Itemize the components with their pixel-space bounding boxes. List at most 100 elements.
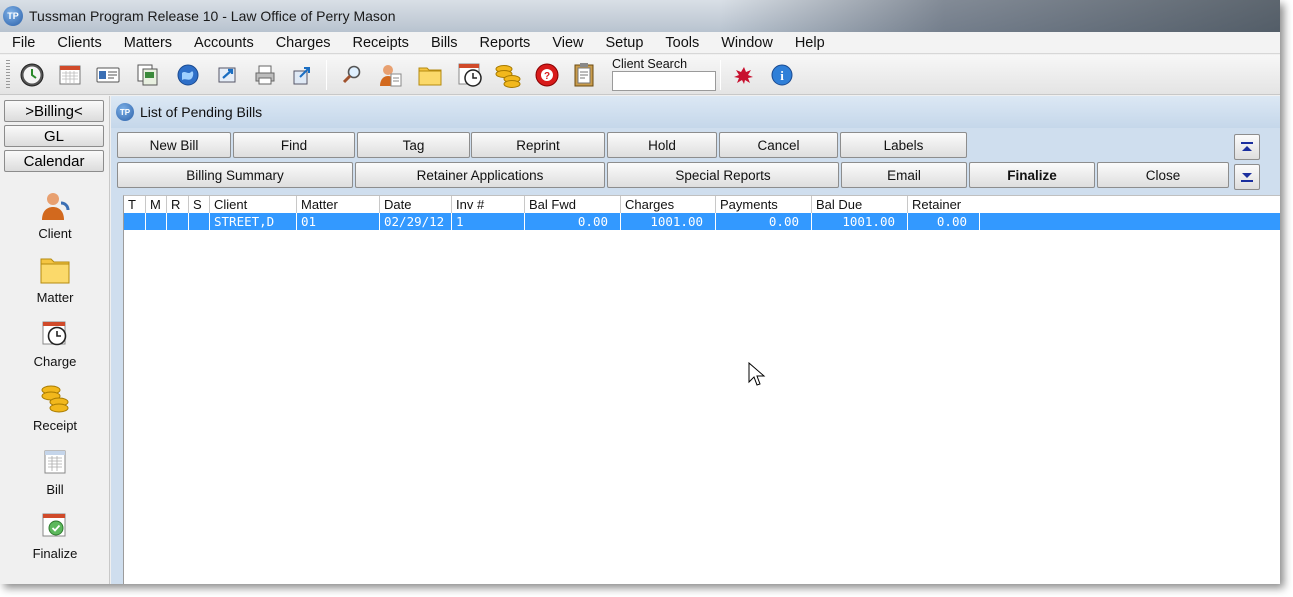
labels-button[interactable]: Labels [840,132,967,158]
table-row[interactable]: STREET,D 01 02/29/12 1 0.00 1001.00 0.00… [124,213,1280,230]
finalize-button[interactable]: Finalize [969,162,1095,188]
find-button[interactable]: Find [233,132,355,158]
retainer-applications-button[interactable]: Retainer Applications [355,162,605,188]
calendar-icon[interactable] [56,61,84,89]
nav-gl-button[interactable]: GL [4,125,104,147]
column-header-bal-due[interactable]: Bal Due [812,196,908,213]
scroll-top-button[interactable] [1234,134,1260,160]
special-reports-button[interactable]: Special Reports [607,162,839,188]
toolbar: ? Client Search i [0,55,1280,95]
sidebar-item-label: Bill [46,482,64,497]
app-icon[interactable]: TP [3,6,23,26]
page-title: List of Pending Bills [140,104,263,120]
column-header-inv[interactable]: Inv # [452,196,525,213]
cancel-button[interactable]: Cancel [719,132,838,158]
column-header-charges[interactable]: Charges [621,196,716,213]
search-icon[interactable] [338,61,366,89]
menu-setup[interactable]: Setup [594,32,654,54]
toolbar-separator [720,60,721,90]
column-header-m[interactable]: M [146,196,167,213]
client-icon[interactable] [376,61,404,89]
close-button[interactable]: Close [1097,162,1229,188]
info-icon[interactable]: i [768,61,796,89]
menu-bills[interactable]: Bills [420,32,469,54]
sidebar-item-client[interactable]: Client [10,190,100,241]
menu-window[interactable]: Window [710,32,784,54]
globe-icon[interactable] [174,61,202,89]
column-header-date[interactable]: Date [380,196,452,213]
cell-date: 02/29/12 [380,213,452,230]
client-search-input[interactable] [612,71,716,91]
toolbar-grip[interactable] [6,60,10,90]
sidebar-item-label: Charge [33,354,77,369]
menu-view[interactable]: View [541,32,594,54]
menu-receipts[interactable]: Receipts [342,32,420,54]
sidebar-item-charge[interactable]: Charge [10,318,100,369]
sidebar-item-finalize[interactable]: Finalize [10,510,100,561]
documents-icon[interactable] [134,61,162,89]
charge-timer-icon[interactable] [456,61,484,89]
tag-button[interactable]: Tag [357,132,470,158]
reprint-button[interactable]: Reprint [471,132,605,158]
coins-icon [39,382,71,414]
email-button[interactable]: Email [841,162,967,188]
nav-calendar-button[interactable]: Calendar [4,150,104,172]
menu-accounts[interactable]: Accounts [183,32,265,54]
column-header-matter[interactable]: Matter [297,196,380,213]
export-icon[interactable] [288,61,316,89]
help-icon[interactable]: ? [533,61,561,89]
new-bill-button[interactable]: New Bill [117,132,231,158]
menu-matters[interactable]: Matters [113,32,183,54]
client-icon [39,190,71,222]
cell-client: STREET,D [210,213,297,230]
menu-bar: File Clients Matters Accounts Charges Re… [0,32,1280,54]
sidebar-item-label: Finalize [32,546,78,561]
menu-tools[interactable]: Tools [654,32,710,54]
billing-summary-button[interactable]: Billing Summary [117,162,353,188]
column-header-s[interactable]: S [189,196,210,213]
transfer-icon[interactable] [214,61,242,89]
folder-icon[interactable] [416,61,444,89]
window-title: Tussman Program Release 10 - Law Office … [29,8,396,24]
pending-bills-title-bar: TP List of Pending Bills [111,96,1280,128]
bill-icon [39,446,71,478]
menu-reports[interactable]: Reports [469,32,542,54]
menu-help[interactable]: Help [784,32,836,54]
mouse-cursor-icon [748,362,766,386]
printer-icon[interactable] [251,61,279,89]
cell-inv: 1 [452,213,525,230]
cell-matter: 01 [297,213,380,230]
sidebar-item-matter[interactable]: Matter [10,254,100,305]
cell-charges: 1001.00 [621,213,716,230]
pending-bills-grid[interactable]: T M R S Client Matter Date Inv # Bal Fwd… [123,195,1280,584]
cell-s [189,213,210,230]
column-header-client[interactable]: Client [210,196,297,213]
sidebar-item-bill[interactable]: Bill [10,446,100,497]
arrow-up-bar-icon [1241,142,1253,151]
menu-file[interactable]: File [0,32,46,54]
column-header-payments[interactable]: Payments [716,196,812,213]
sidebar-item-receipt[interactable]: Receipt [10,382,100,433]
pending-bills-window: TP List of Pending Bills New Bill Find T… [111,96,1280,584]
cell-t [124,213,146,230]
title-bar-background [720,0,1280,32]
column-header-retainer[interactable]: Retainer [908,196,980,213]
clipboard-icon[interactable] [570,61,598,89]
cell-bal-fwd: 0.00 [525,213,621,230]
menu-clients[interactable]: Clients [46,32,112,54]
contact-card-icon[interactable] [94,61,122,89]
bug-icon[interactable] [730,61,758,89]
coins-icon[interactable] [494,61,522,89]
cell-r [167,213,189,230]
nav-billing-button[interactable]: >Billing< [4,100,104,122]
column-header-bal-fwd[interactable]: Bal Fwd [525,196,621,213]
column-header-t[interactable]: T [124,196,146,213]
finalize-icon [39,510,71,542]
title-bar: TP Tussman Program Release 10 - Law Offi… [0,0,1280,32]
clock-icon[interactable] [18,61,46,89]
menu-charges[interactable]: Charges [265,32,342,54]
scroll-bottom-button[interactable] [1234,164,1260,190]
hold-button[interactable]: Hold [607,132,717,158]
sidebar-item-label: Receipt [32,418,78,433]
column-header-r[interactable]: R [167,196,189,213]
